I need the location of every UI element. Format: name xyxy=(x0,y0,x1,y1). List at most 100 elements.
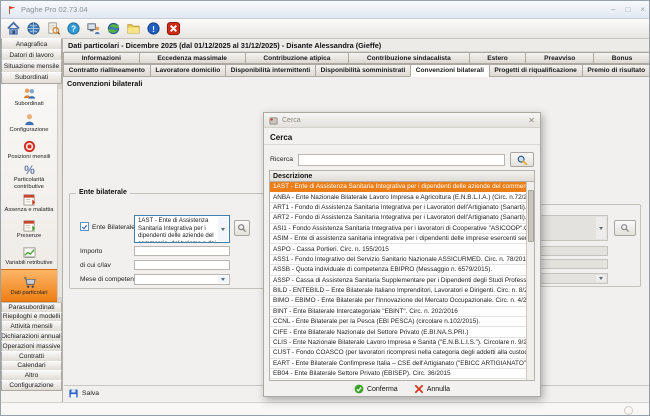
list-item[interactable]: EART - Ente Bilaterale Confimprese Itali… xyxy=(270,359,526,369)
list-item[interactable]: CIFE - Ente Bilaterale Nazionale del Set… xyxy=(270,327,526,337)
sidebar-item-dati-particolari[interactable]: Dati particolari xyxy=(1,269,57,302)
tab[interactable]: Estero xyxy=(469,52,527,64)
list-item[interactable]: CUST - Fondo COASCO (per lavoratori rico… xyxy=(270,348,526,358)
svg-text:?: ? xyxy=(71,24,76,33)
list-item[interactable]: BIMO - EBIMO - Ente Bilaterale per l'Inn… xyxy=(270,296,526,306)
tab[interactable]: Convenzioni bilaterali xyxy=(410,64,490,77)
users-icon xyxy=(22,87,37,100)
ente-bilaterale-combobox[interactable]: 1AST - Ente di Assistenza Sanitaria Inte… xyxy=(134,215,230,243)
cerca-dialog: Cerca ✕ Cerca Ricerca Descrizione 1AST -… xyxy=(263,112,541,397)
sidebar-item-label: Posizioni mensili xyxy=(8,154,51,160)
target-icon xyxy=(22,140,37,153)
chevron-down-icon[interactable] xyxy=(596,217,606,239)
di-cui-label: di cui c/lav xyxy=(80,262,111,269)
combobox-value: 1AST - Ente di Assistenza Sanitaria Inte… xyxy=(138,217,216,243)
ricerca-input[interactable] xyxy=(298,154,505,166)
folder-icon[interactable] xyxy=(125,20,142,37)
close-button[interactable]: × xyxy=(640,5,645,14)
list-item[interactable]: ASIM - Ente di assistenza sanitaria inte… xyxy=(270,234,526,244)
list-scrollbar[interactable] xyxy=(526,182,534,380)
list-item[interactable]: ASSP - Cassa di Assistenza Sanitaria Sup… xyxy=(270,276,526,286)
sidebar-item-variabili-retributive[interactable]: Variabili retributive xyxy=(1,243,57,270)
list-item[interactable]: ART2 - Fondo di Assistenza Sanitaria Int… xyxy=(270,213,526,223)
conferma-button[interactable]: Conferma xyxy=(354,384,398,394)
minimize-button[interactable]: – xyxy=(611,5,615,14)
dialog-close-icon[interactable]: ✕ xyxy=(528,116,535,125)
list-item[interactable]: ASSB - Quota individuale di competenza E… xyxy=(270,265,526,275)
scroll-down-icon[interactable] xyxy=(58,297,62,302)
sidebar-item-assenza-malattia[interactable]: Assenza e malattia xyxy=(1,190,57,217)
globe-icon[interactable] xyxy=(25,20,42,37)
tab[interactable]: Lavoratore domicilio xyxy=(150,64,226,77)
list-rows: 1AST - Ente di Assistenza Sanitaria Inte… xyxy=(270,182,526,380)
dialog-search-row: Ricerca xyxy=(264,149,540,171)
sidebar-item-configurazione[interactable]: Configurazione xyxy=(1,110,57,137)
list-item[interactable]: EB04 - Ente Bilaterale Settore Privato (… xyxy=(270,369,526,379)
tab[interactable]: Bonus xyxy=(593,52,650,64)
ente-bilaterale-checkbox[interactable] xyxy=(80,222,89,231)
sidebar-item-subordinati[interactable]: Subordinati xyxy=(1,84,57,111)
svg-text:%: % xyxy=(24,164,35,177)
importo-input[interactable] xyxy=(134,246,230,256)
list-item[interactable]: ASS1 - Fondo Integrativo del Servizio Sa… xyxy=(270,255,526,265)
help-icon[interactable]: ? xyxy=(65,20,82,37)
list-item[interactable]: ASPO - Cassa Portieri. Circ. n. 155/2015 xyxy=(270,244,526,254)
find-icon xyxy=(516,154,528,166)
document-search-icon[interactable] xyxy=(45,20,62,37)
list-item[interactable]: ANBA - Ente Nazionale Bilaterale Lavoro … xyxy=(270,192,526,202)
sidebar-item-posizioni-mensili[interactable]: Posizioni mensili xyxy=(1,137,57,164)
save-button[interactable]: Salva xyxy=(82,390,99,397)
mese-combobox[interactable] xyxy=(134,274,230,285)
list-item[interactable]: CCNL - Ente Bilaterale per la Pesca (EBI… xyxy=(270,317,526,327)
list-item[interactable]: BILD - ENTEBILD – Ente Bilaterale Italia… xyxy=(270,286,526,296)
sidebar-item-label: Presenze xyxy=(17,233,42,239)
tab[interactable]: Premio di risultato xyxy=(582,64,650,77)
list-item[interactable]: CLIS - Ente Nazionale Bilaterale Lavoro … xyxy=(270,338,526,348)
exit-icon[interactable] xyxy=(165,20,182,37)
list-item[interactable]: ASI1 - Fondo Assistenza Sanitaria Integr… xyxy=(270,224,526,234)
list-column-header[interactable]: Descrizione xyxy=(270,171,534,182)
sidebar-nav-button[interactable]: Subordinati xyxy=(1,72,62,84)
sidebar-item-particolarita-contributive[interactable]: % Particolarità contributive xyxy=(1,163,57,190)
status-bar xyxy=(1,402,650,416)
secondary-search-button[interactable] xyxy=(614,220,636,236)
chevron-down-icon[interactable] xyxy=(596,275,606,282)
navigation-sidebar: AnagraficaDatori di lavoroSituazione men… xyxy=(1,39,63,404)
chevron-down-icon[interactable] xyxy=(218,217,228,241)
tab[interactable]: Contratto riallineamento xyxy=(63,64,151,77)
sync-icon[interactable] xyxy=(105,20,122,37)
di-cui-input[interactable] xyxy=(134,260,230,270)
workstation-icon[interactable] xyxy=(85,20,102,37)
list-item[interactable]: BINT - Ente Bilaterale Intercategoriale … xyxy=(270,307,526,317)
find-button[interactable] xyxy=(510,152,534,167)
maximize-button[interactable]: □ xyxy=(625,5,630,14)
sidebar-top-buttons: AnagraficaDatori di lavoroSituazione men… xyxy=(1,39,62,84)
tab[interactable]: Progetti di riqualificazione xyxy=(489,64,583,77)
status-indicator-icon xyxy=(624,406,633,415)
sidebar-item-label: Dati particolari xyxy=(10,290,47,296)
tab[interactable]: Disponibilità somministrati xyxy=(315,64,411,77)
list-item[interactable]: 1AST - Ente di Assistenza Sanitaria Inte… xyxy=(270,182,526,192)
sidebar-item-presenze[interactable]: Presenze xyxy=(1,216,57,243)
tab-row-1: InformazioniEccedenza massimaleContribuz… xyxy=(64,52,650,64)
application-window: Paghe Pro 02.73.04 – □ × ? ! AnagraficaD… xyxy=(0,0,650,416)
tab[interactable]: Contribuzione sindacalista xyxy=(348,52,469,64)
annulla-button[interactable]: Annulla xyxy=(414,384,450,394)
sidebar-item-label: Configurazione xyxy=(10,127,49,133)
tab[interactable]: Eccedenza massimale xyxy=(139,52,246,64)
ente-search-button[interactable] xyxy=(234,220,250,236)
tab[interactable]: Preavviso xyxy=(525,52,594,64)
sidebar-item-label: Assenza e malattia xyxy=(5,207,54,213)
tab[interactable]: Informazioni xyxy=(63,52,140,64)
sidebar-scrollbar[interactable] xyxy=(57,84,62,302)
app-flag-icon xyxy=(7,5,17,15)
info-icon[interactable]: ! xyxy=(145,20,162,37)
tab[interactable]: Contribuzione atipica xyxy=(245,52,349,64)
tab[interactable]: Disponibilità intermittenti xyxy=(225,64,316,77)
scroll-up-icon[interactable] xyxy=(58,84,62,89)
chevron-down-icon[interactable] xyxy=(218,276,228,283)
scrollbar-thumb[interactable] xyxy=(528,190,534,242)
sidebar-nav-button[interactable]: Configurazione xyxy=(1,380,62,391)
home-icon[interactable] xyxy=(5,20,22,37)
list-item[interactable]: ART1 - Fondo di Assistenza Sanitaria Int… xyxy=(270,203,526,213)
